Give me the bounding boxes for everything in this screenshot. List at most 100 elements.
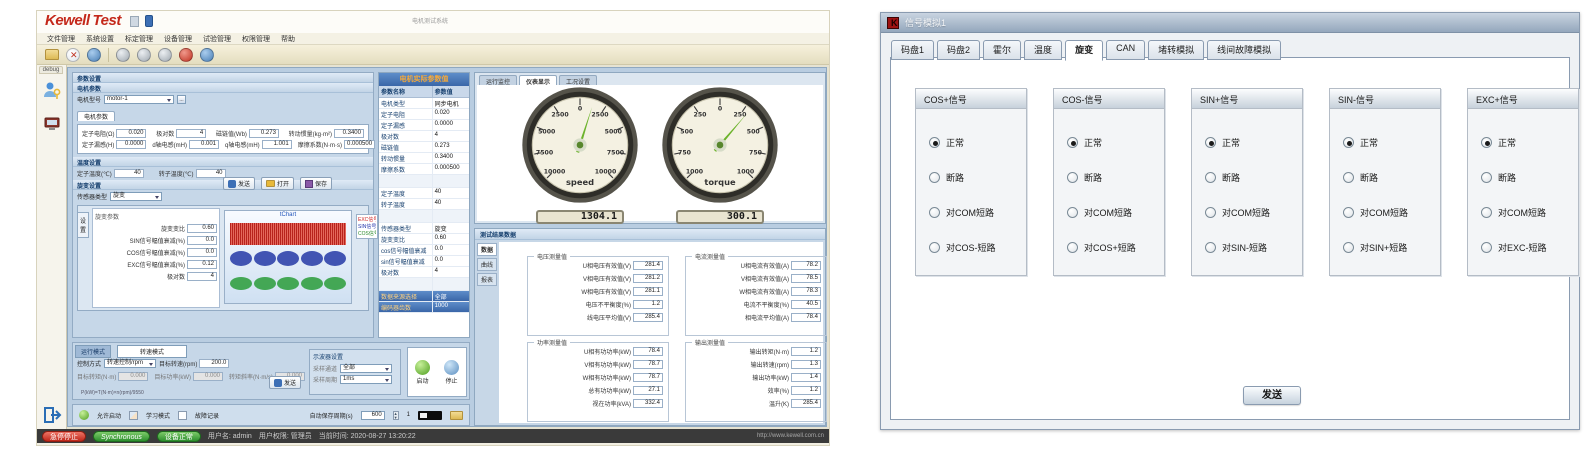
menu-item[interactable]: 试验管理 <box>203 34 231 43</box>
menu-item[interactable]: 系统设置 <box>86 34 114 43</box>
result-field-value[interactable]: 78.3 <box>791 287 821 296</box>
radio-option[interactable]: 对COM短路 <box>1330 195 1440 230</box>
delete-icon[interactable] <box>66 48 80 62</box>
param-field-input[interactable]: 4 <box>176 129 206 138</box>
signal-tab[interactable]: 码盘1 <box>891 40 934 60</box>
table-row[interactable] <box>379 278 469 291</box>
table-row[interactable]: 转动惯量 0.3400 <box>379 153 469 164</box>
result-field-value[interactable]: 40.5 <box>791 300 821 309</box>
scope-period-select[interactable]: 1ms <box>340 375 392 384</box>
save-folder-icon[interactable] <box>450 411 463 420</box>
table-row[interactable]: 定子漏感 0.0000 <box>379 120 469 131</box>
device-monitor-icon[interactable] <box>42 114 62 134</box>
sidebar-tab[interactable]: debug <box>39 66 63 74</box>
signal-tab[interactable]: 温度 <box>1024 40 1062 60</box>
radio-option[interactable]: 对COM短路 <box>1054 195 1164 230</box>
autosave-spinner[interactable]: ▲▼ <box>393 411 399 420</box>
result-field-value[interactable]: 332.4 <box>633 399 663 408</box>
menu-item[interactable]: 标定管理 <box>125 34 153 43</box>
table-row[interactable]: 转子温度 40 <box>379 199 469 210</box>
settings-icon[interactable] <box>158 48 172 62</box>
table-row[interactable] <box>379 175 469 188</box>
result-field-value[interactable]: 285.4 <box>633 313 663 322</box>
radio-option[interactable]: 正常 <box>1468 125 1578 160</box>
radio-option[interactable]: 对COS+短路 <box>1054 230 1164 265</box>
result-field-value[interactable]: 78.7 <box>633 373 663 382</box>
radio-option[interactable]: 断路 <box>1330 160 1440 195</box>
radio-option[interactable]: 对SIN-短路 <box>1192 230 1302 265</box>
target-speed-input[interactable]: 200.0 <box>199 359 229 368</box>
result-field-value[interactable]: 281.4 <box>633 261 663 270</box>
fault-record-checkbox[interactable] <box>178 411 187 420</box>
menu-item[interactable]: 帮助 <box>281 34 295 43</box>
temp-field-input[interactable]: 40 <box>114 169 144 178</box>
resolver-field-input[interactable]: 4 <box>187 272 217 281</box>
sensor-type-select[interactable]: 旋变 <box>110 192 162 201</box>
param-field-input[interactable]: 0.020 <box>116 129 146 138</box>
radio-option[interactable]: 对SIN+短路 <box>1330 230 1440 265</box>
param-field-input[interactable]: 0.3400 <box>334 129 364 138</box>
radio-option[interactable]: 正常 <box>1330 125 1440 160</box>
result-field-value[interactable]: 27.1 <box>633 386 663 395</box>
results-tab[interactable]: 曲线 <box>477 258 497 271</box>
open-waveform-button[interactable]: 打开 <box>261 177 294 190</box>
results-tab[interactable]: 报表 <box>477 273 497 286</box>
table-row[interactable]: sin信号幅值衰减 0.0 <box>379 256 469 267</box>
radio-option[interactable]: 对COM短路 <box>1192 195 1302 230</box>
start-button[interactable]: 启动 <box>415 360 430 385</box>
result-field-value[interactable]: 78.7 <box>633 360 663 369</box>
control-mode-select[interactable]: 转速控制/rpm <box>104 359 156 368</box>
info-icon[interactable] <box>200 48 214 62</box>
result-field-value[interactable]: 1.2 <box>791 386 821 395</box>
signal-tab[interactable]: 霍尔 <box>983 40 1021 60</box>
table-row[interactable]: 摩擦系数 0.000500 <box>379 164 469 175</box>
radio-option[interactable]: 对COM短路 <box>916 195 1026 230</box>
user-login-icon[interactable] <box>42 80 62 100</box>
refresh-icon[interactable] <box>87 48 101 62</box>
result-field-value[interactable]: 78.4 <box>633 347 663 356</box>
radio-option[interactable]: 对COM短路 <box>1468 195 1578 230</box>
param-field-input[interactable]: 0.273 <box>249 129 279 138</box>
stop-button[interactable]: 停止 <box>444 360 459 385</box>
param-field-input[interactable]: 0.0000 <box>116 140 146 149</box>
browse-button[interactable]: ... <box>177 95 186 104</box>
signal-tab[interactable]: CAN <box>1106 40 1145 60</box>
result-field-value[interactable]: 281.2 <box>633 274 663 283</box>
radio-option[interactable]: 断路 <box>1054 160 1164 195</box>
exit-icon[interactable] <box>42 405 62 425</box>
radio-option[interactable]: 正常 <box>916 125 1026 160</box>
send-waveform-button[interactable]: 发送 <box>223 177 255 190</box>
param-field-input[interactable]: 1.001 <box>262 140 292 149</box>
table-row[interactable] <box>379 210 469 223</box>
param-field-input[interactable]: 0.001 <box>189 140 219 149</box>
result-field-value[interactable]: 1.2 <box>633 300 663 309</box>
send-button[interactable]: 发送 <box>1243 386 1301 405</box>
radio-option[interactable]: 对EXC-短路 <box>1468 230 1578 265</box>
table-row[interactable]: 编码器齿数 1000 <box>379 302 469 313</box>
gray-field-input[interactable]: 0.000 <box>193 372 223 381</box>
result-field-value[interactable]: 78.4 <box>791 313 821 322</box>
resolver-field-input[interactable]: 0.60 <box>187 224 217 233</box>
table-row[interactable]: 极对数 4 <box>379 267 469 278</box>
result-field-value[interactable]: 1.2 <box>791 347 821 356</box>
learn-mode-checkbox[interactable] <box>129 411 138 420</box>
table-row[interactable]: 电机类型 同步电机 <box>379 98 469 109</box>
record-icon[interactable] <box>179 48 193 62</box>
table-row[interactable]: 磁链值 0.273 <box>379 142 469 153</box>
radio-option[interactable]: 正常 <box>1192 125 1302 160</box>
motor-param-group-tab[interactable]: 电机参数 <box>77 111 115 121</box>
autosave-input[interactable]: 600 <box>361 411 385 420</box>
signal-tab[interactable]: 旋变 <box>1065 40 1103 61</box>
scope-channel-select[interactable]: 全部 <box>340 364 392 373</box>
gray-field-input[interactable]: 0.000 <box>118 372 148 381</box>
signal-tab[interactable]: 码盘2 <box>937 40 980 60</box>
stop-disabled-icon[interactable] <box>116 48 130 62</box>
temp-field-input[interactable]: 40 <box>196 169 226 178</box>
radio-option[interactable]: 断路 <box>1192 160 1302 195</box>
table-row[interactable]: 极对数 4 <box>379 131 469 142</box>
motor-model-select[interactable]: motor-1 <box>104 95 174 104</box>
result-field-value[interactable]: 281.1 <box>633 287 663 296</box>
run-send-button[interactable]: 发送 <box>269 376 301 389</box>
result-field-value[interactable]: 1.4 <box>791 373 821 382</box>
signal-tab[interactable]: 堵转模拟 <box>1148 40 1204 60</box>
